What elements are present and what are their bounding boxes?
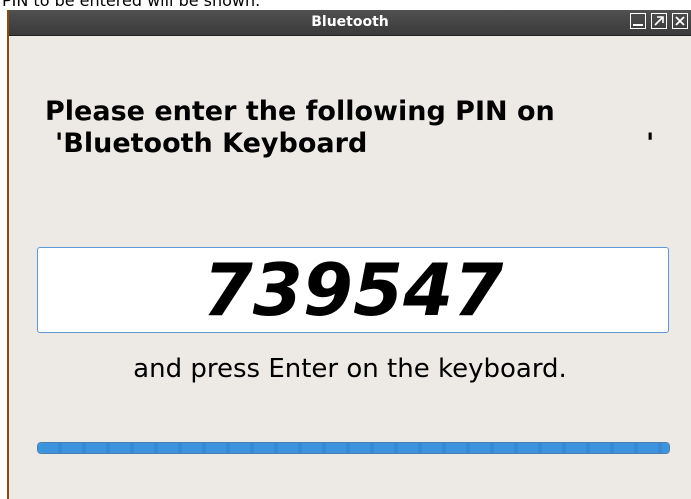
heading-device-name: 'Bluetooth Keyboard bbox=[55, 128, 368, 159]
maximize-icon bbox=[654, 16, 664, 26]
close-icon bbox=[675, 16, 685, 26]
background-caption: PIN to be entered will be shown. bbox=[0, 0, 691, 10]
heading-line-1: Please enter the following PIN on bbox=[45, 96, 555, 127]
minimize-button[interactable] bbox=[630, 13, 646, 29]
window-title: Bluetooth bbox=[311, 14, 389, 30]
close-button[interactable] bbox=[672, 13, 688, 29]
press-enter-instruction: and press Enter on the keyboard. bbox=[133, 354, 567, 384]
pin-display: 739547 bbox=[37, 247, 669, 333]
progress-fill bbox=[38, 443, 669, 453]
minimize-icon bbox=[633, 24, 643, 26]
maximize-button[interactable] bbox=[651, 13, 667, 29]
bluetooth-pin-dialog: Bluetooth Please enter the following PIN… bbox=[7, 10, 691, 499]
progress-bar bbox=[37, 442, 670, 454]
titlebar[interactable]: Bluetooth bbox=[9, 10, 691, 36]
background-caption-text: PIN to be entered will be shown. bbox=[2, 0, 261, 10]
pin-code: 739547 bbox=[202, 248, 504, 332]
heading-closing-quote: ' bbox=[646, 128, 655, 159]
